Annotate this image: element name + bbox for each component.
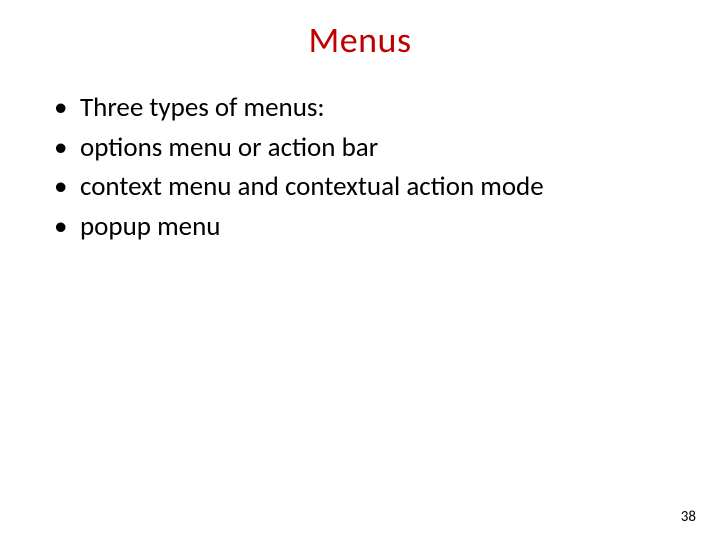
page-number: 38 <box>681 508 696 526</box>
list-item: popup menu <box>50 209 680 245</box>
list-item: Three types of menus: <box>50 90 680 126</box>
list-item: context menu and contextual action mode <box>50 169 680 205</box>
bullet-list: Three types of menus: options menu or ac… <box>40 90 680 245</box>
slide-container: Menus Three types of menus: options menu… <box>0 0 720 540</box>
slide-title: Menus <box>40 18 680 62</box>
list-item: options menu or action bar <box>50 130 680 166</box>
